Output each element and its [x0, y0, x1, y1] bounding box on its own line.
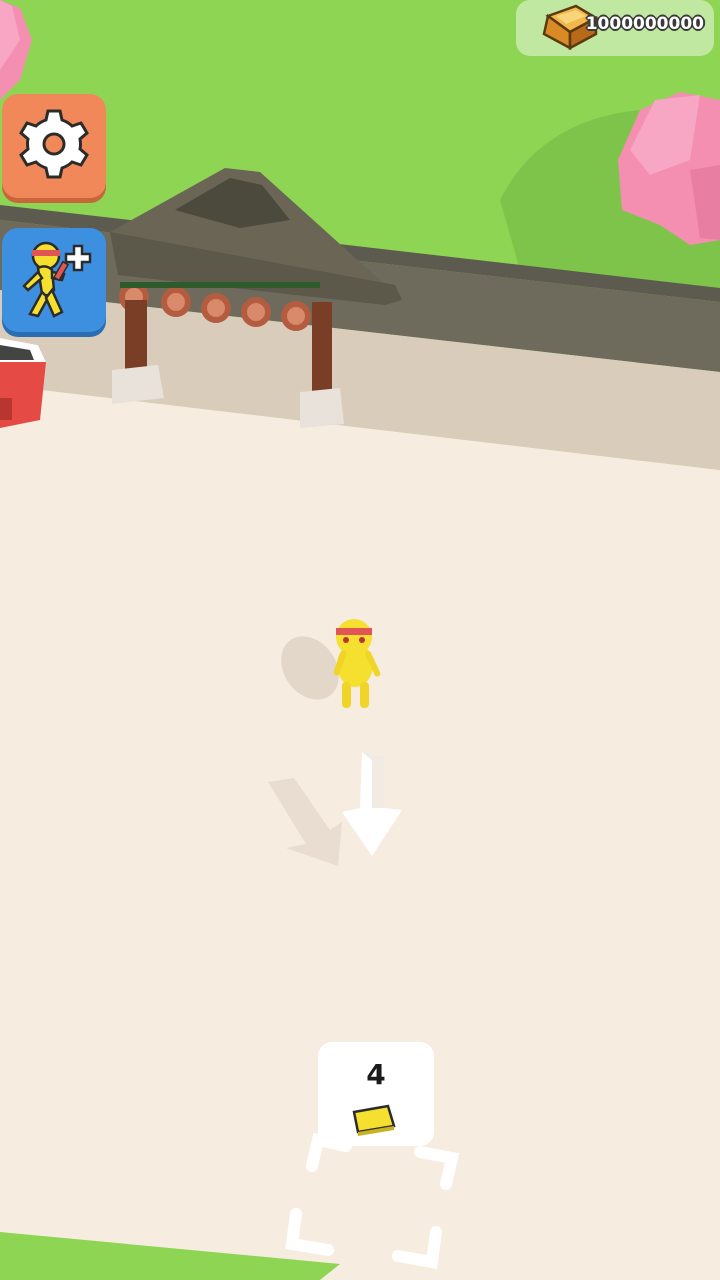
ninja-add-icon: [22, 241, 92, 318]
gold-bar-icon: [352, 1104, 396, 1136]
currency-amount: 1000000000: [585, 14, 704, 34]
currency-display: 1000000000: [516, 0, 714, 56]
gear-icon: [19, 109, 89, 179]
hire-ninja-button[interactable]: [2, 228, 106, 332]
purchase-zone-price[interactable]: 4: [318, 1042, 434, 1146]
settings-button[interactable]: [2, 94, 106, 198]
cooler-box: [0, 338, 46, 428]
